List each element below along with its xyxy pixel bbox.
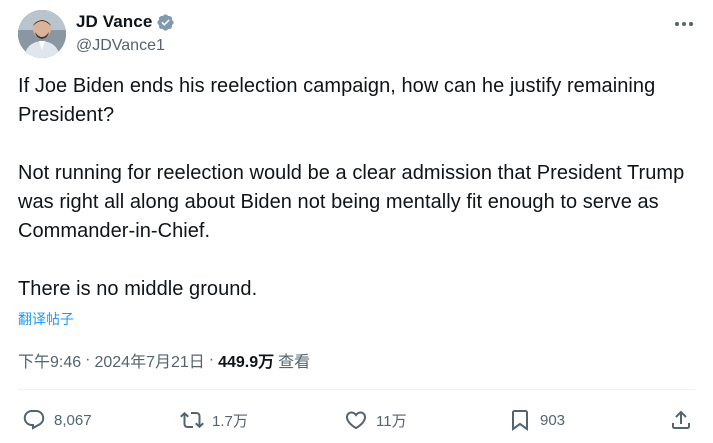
tweet-paragraph: There is no middle ground. — [18, 278, 258, 300]
repost-icon — [180, 411, 204, 429]
tweet-time[interactable]: 下午9:46 — [18, 348, 81, 372]
views-count[interactable]: 449.9万 — [218, 348, 274, 372]
bookmark-icon — [512, 410, 528, 431]
repost-count: 1.7万 — [212, 412, 248, 430]
user-avatar-photo-icon — [18, 10, 66, 58]
tweet-date[interactable]: 2024年7月21日 — [94, 348, 204, 372]
reply-count: 8,067 — [54, 411, 92, 429]
reply-button[interactable]: 8,067 — [22, 408, 92, 432]
bookmark-count: 903 — [540, 411, 566, 429]
like-count: 11万 — [376, 412, 407, 430]
author-handle[interactable]: @JDVance1 — [76, 37, 175, 55]
reply-icon — [23, 410, 45, 430]
translate-post-link[interactable]: 翻译帖子 — [18, 309, 74, 329]
tweet-text: If Joe Biden ends his reelection campaig… — [18, 72, 698, 304]
meta-separator: · — [208, 351, 215, 368]
tweet-meta: 下午9:46 · 2024年7月21日 · 449.9万 查看 — [18, 348, 310, 372]
display-name-row: JD Vance — [76, 11, 175, 33]
heart-icon — [345, 411, 367, 430]
repost-button[interactable]: 1.7万 — [180, 408, 248, 432]
action-bar: 8,067 1.7万 11万 903 — [18, 405, 695, 435]
more-options-button[interactable] — [671, 14, 697, 34]
like-button[interactable]: 11万 — [344, 408, 407, 432]
meta-separator: · — [85, 351, 91, 368]
tweet-card: JD Vance @JDVance1 If Joe Biden ends his… — [0, 0, 713, 443]
share-icon — [672, 410, 690, 429]
share-button[interactable] — [669, 408, 693, 432]
tweet-paragraph: Not running for reelection would be a cl… — [18, 162, 685, 242]
avatar[interactable] — [18, 10, 66, 58]
tweet-paragraph: If Joe Biden ends his reelection campaig… — [18, 75, 656, 126]
tweet-header: JD Vance @JDVance1 — [18, 8, 701, 60]
bookmark-button[interactable]: 903 — [508, 408, 565, 432]
views-label[interactable]: 查看 — [278, 348, 310, 372]
more-dots-icon — [675, 22, 693, 26]
verified-badge-icon[interactable] — [156, 13, 175, 32]
author-display-name[interactable]: JD Vance — [76, 12, 152, 32]
divider — [18, 389, 695, 390]
author-names: JD Vance @JDVance1 — [76, 11, 175, 55]
